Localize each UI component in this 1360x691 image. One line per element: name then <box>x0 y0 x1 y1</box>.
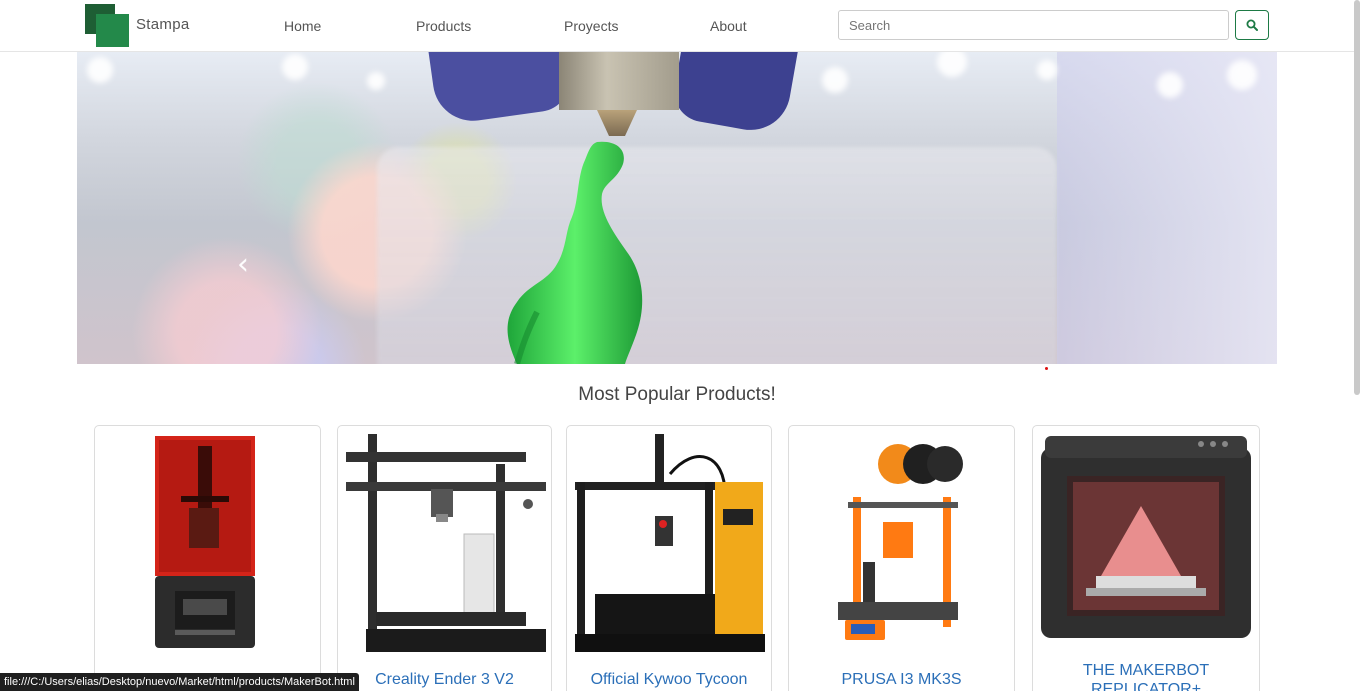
search-input[interactable] <box>838 10 1229 40</box>
product-title-prusa[interactable]: PRUSA I3 MK3S <box>789 671 1014 689</box>
kywoo-printer-icon <box>575 434 765 652</box>
product-title-makerbot-line2[interactable]: REPLICATOR+ <box>1033 681 1259 691</box>
product-card-prusa[interactable]: PRUSA I3 MK3S <box>788 425 1015 691</box>
red-dot-artifact <box>1045 367 1048 370</box>
makerbot-printer-icon <box>1041 436 1251 638</box>
nav-link-products[interactable]: Products <box>416 18 471 34</box>
extruder-heater-block <box>559 52 679 110</box>
nav-link-proyects[interactable]: Proyects <box>564 18 618 34</box>
logo-square-front <box>96 14 129 47</box>
hero-carousel: ‹ <box>77 52 1277 364</box>
search-button[interactable] <box>1235 10 1269 40</box>
green-dinosaur-print <box>507 141 643 364</box>
section-title: Most Popular Products! <box>578 384 776 405</box>
product-card-ender[interactable]: Creality Ender 3 V2 <box>337 425 552 691</box>
product-card-elegoo[interactable] <box>94 425 321 691</box>
stampa-logo[interactable] <box>85 4 131 47</box>
product-title-ender[interactable]: Creality Ender 3 V2 <box>338 671 551 689</box>
browser-status-url: file:///C:/Users/elias/Desktop/nuevo/Mar… <box>0 673 359 691</box>
prusa-printer-icon <box>838 444 963 640</box>
resin-printer-icon <box>155 436 255 648</box>
page-scrollbar[interactable] <box>1354 0 1360 395</box>
product-card-makerbot[interactable]: THE MAKERBOT REPLICATOR+ <box>1032 425 1260 691</box>
brand-name[interactable]: Stampa <box>136 16 190 33</box>
navbar: Stampa Home Products Proyects About <box>0 0 1360 52</box>
carousel-prev-icon[interactable]: ‹ <box>237 247 249 282</box>
ender-printer-icon <box>346 434 546 652</box>
product-card-kywoo[interactable]: Official Kywoo Tycoon <box>566 425 772 691</box>
search-icon <box>1246 19 1258 31</box>
nav-link-home[interactable]: Home <box>284 18 321 34</box>
product-title-kywoo[interactable]: Official Kywoo Tycoon <box>567 671 771 689</box>
nav-link-about[interactable]: About <box>710 18 747 34</box>
carousel-right-glow <box>1057 52 1277 364</box>
product-title-makerbot[interactable]: THE MAKERBOT <box>1033 662 1259 680</box>
